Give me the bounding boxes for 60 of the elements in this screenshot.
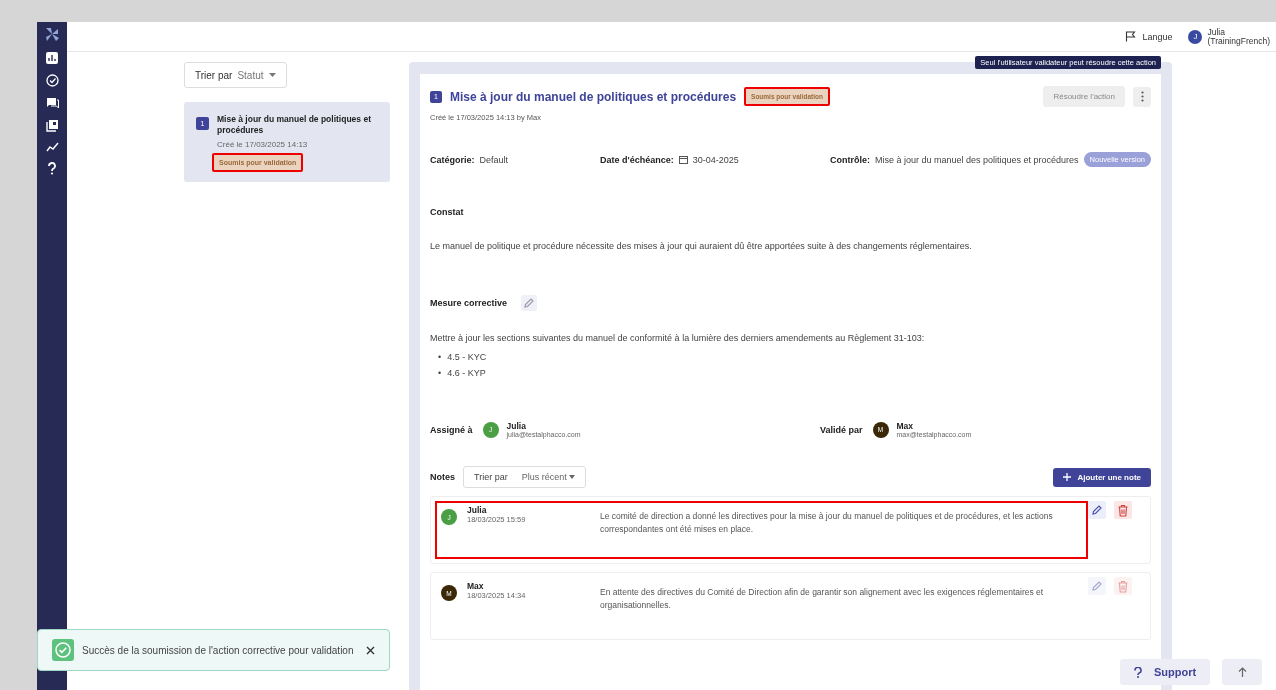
- support-button[interactable]: Support: [1120, 659, 1211, 685]
- check-circle-icon[interactable]: [45, 74, 59, 87]
- trash-icon: [1117, 579, 1129, 593]
- bar-chart-icon[interactable]: [46, 52, 58, 64]
- field-value: Mise à jour du manuel des politiques et procédures: [874, 154, 1079, 165]
- bullet-marker: •: [438, 351, 442, 364]
- caret-icon: [268, 73, 276, 77]
- plus-icon: [1063, 473, 1072, 481]
- language-link[interactable]: Langue: [1142, 31, 1173, 42]
- note-author: Julia: [467, 505, 488, 515]
- user-detail: (TrainingFrench): [1207, 36, 1270, 46]
- user-name: Julia: [1207, 27, 1226, 37]
- edit-button[interactable]: [521, 295, 538, 311]
- pencil-icon: [523, 297, 536, 309]
- field-value: Default: [479, 154, 509, 165]
- field-value: 30-04-2025: [692, 154, 739, 165]
- help-icon[interactable]: [47, 162, 57, 175]
- chat-icon[interactable]: [45, 97, 59, 109]
- field-label: Catégorie:: [430, 154, 475, 165]
- help-icon: [1134, 666, 1142, 678]
- caret-icon: [568, 475, 575, 479]
- section-heading: Mesure corrective: [430, 298, 508, 308]
- list-item: 4.5 - KYC: [447, 351, 487, 364]
- finding-text: Le manuel de politique et procédure nécessite des mises à jour qui auraient dû être apportées suite à des changements réglementaires.: [430, 241, 973, 251]
- flag-icon[interactable]: [1125, 31, 1137, 42]
- section-heading: Constat: [430, 207, 465, 217]
- action-title: Mise à jour du manuel de politiques et procédures: [217, 114, 372, 136]
- person-name: Max: [896, 421, 915, 431]
- trash-icon: [1117, 503, 1129, 517]
- more-icon: [1140, 91, 1144, 102]
- pencil-icon: [1091, 504, 1103, 516]
- documents-icon[interactable]: [45, 119, 59, 132]
- trend-line-icon[interactable]: [45, 142, 59, 152]
- more-button[interactable]: [1133, 86, 1151, 107]
- delete-note-button[interactable]: [1114, 501, 1132, 519]
- user-avatar[interactable]: J: [1188, 29, 1203, 44]
- check-circle-icon: [52, 639, 74, 661]
- arrow-up-icon: [1237, 667, 1247, 677]
- toast-message: Succès de la soumission de l'action corrective pour validation: [82, 644, 354, 656]
- note-text: Le comité de direction a donné les directives pour la mise à jour du manuel de politiques et de procédures, et les actions correspondantes ont été mises en place.: [600, 510, 1054, 536]
- notes-heading: Notes: [430, 472, 455, 482]
- note-text: En attente des directives du Comité de Direction afin de garantir son alignement avec les exigences réglementaires et organisationnelles.: [600, 586, 1045, 612]
- logo-icon[interactable]: [43, 26, 61, 42]
- corrective-text: Mettre à jour les sections suivantes du manuel de conformité à la lumière des derniers amendements au Règlement 31-103:: [430, 333, 926, 343]
- person-name: Julia: [506, 421, 527, 431]
- calendar-icon: [678, 155, 688, 164]
- sort-dropdown[interactable]: Trier par Statut: [184, 62, 287, 88]
- sort-dropdown[interactable]: Trier par Plus récent: [463, 466, 586, 488]
- action-title: Mise à jour du manuel de politiques et procédures: [450, 89, 737, 104]
- person-label: Assigné à: [430, 424, 473, 435]
- add-note-button[interactable]: Ajouter une note: [1053, 467, 1151, 487]
- list-item: 4.6 - KYP: [447, 367, 486, 380]
- edit-note-button[interactable]: [1088, 501, 1106, 519]
- bullet-marker: •: [438, 367, 442, 380]
- created-date: Créé le 17/03/2025 14:13: [217, 140, 309, 149]
- pencil-icon: [1091, 580, 1103, 592]
- note-author: Max: [467, 581, 485, 591]
- field-label: Date d'échéance:: [600, 154, 674, 165]
- field-label: Contrôle:: [829, 154, 870, 165]
- person-label: Validé par: [820, 424, 863, 435]
